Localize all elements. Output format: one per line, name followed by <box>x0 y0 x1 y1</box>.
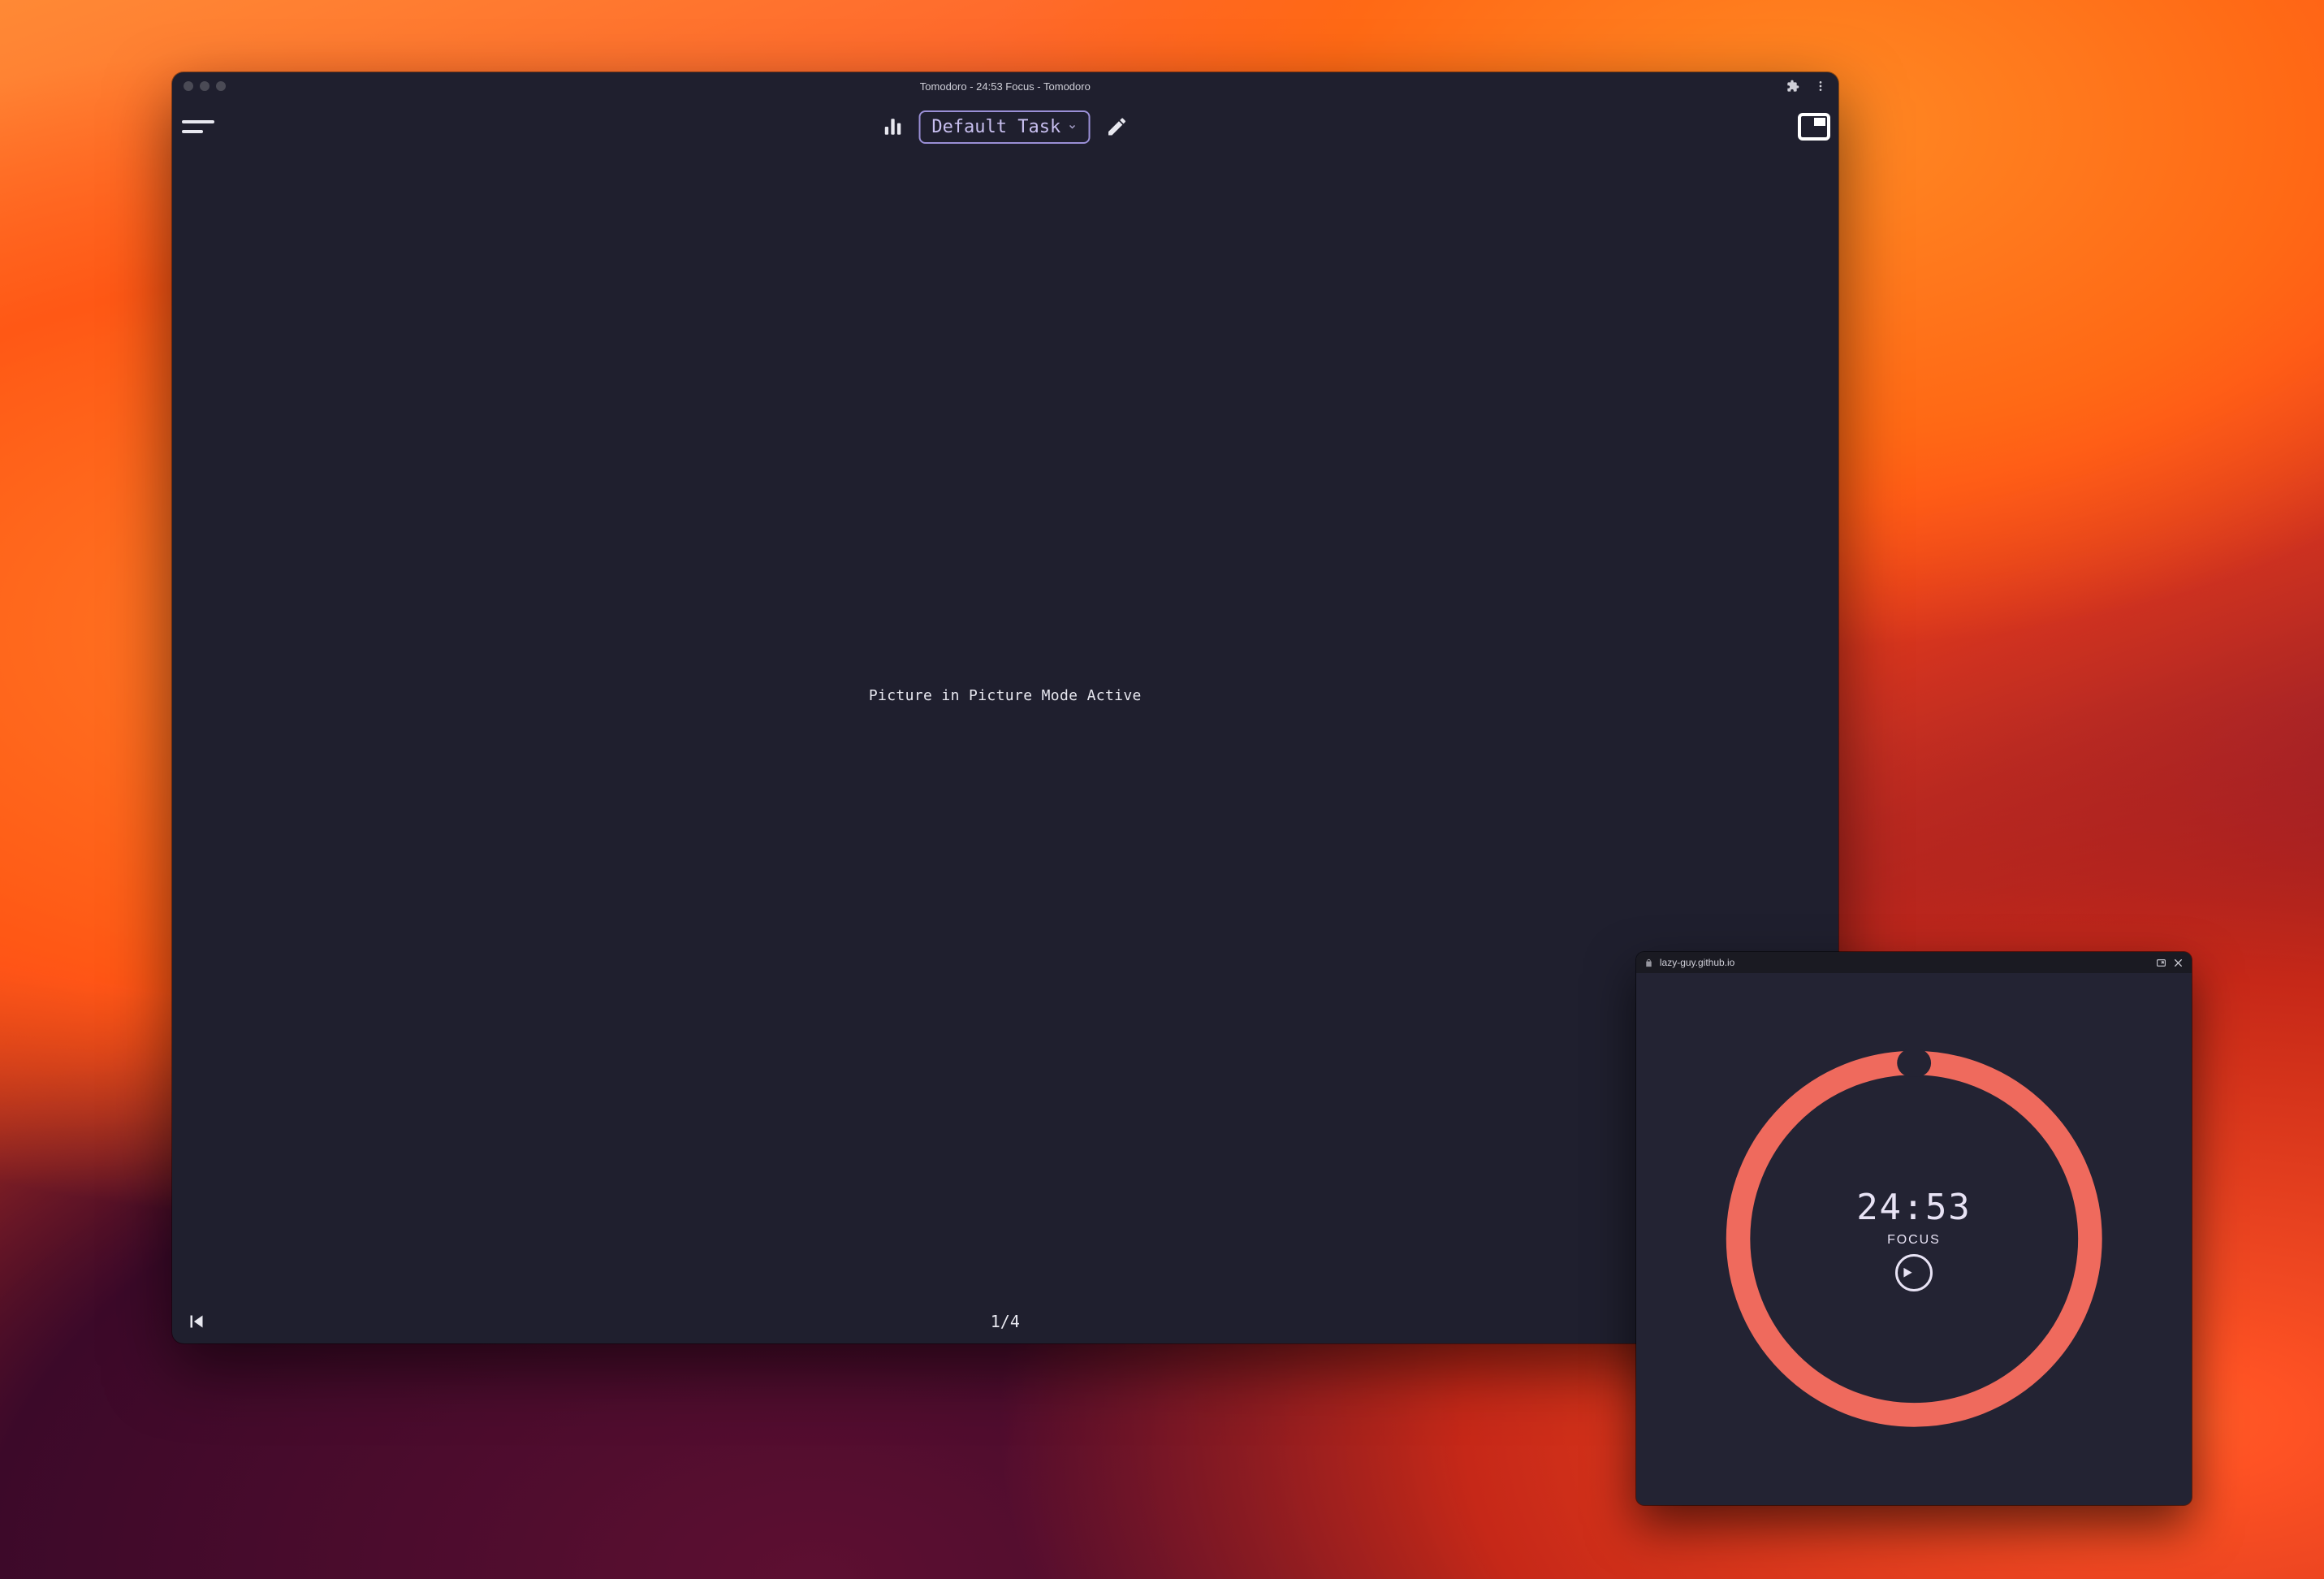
toolbar-center: Default Task <box>879 110 1130 144</box>
app-body: Picture in Picture Mode Active <box>172 154 1838 1300</box>
pip-active-message: Picture in Picture Mode Active <box>869 687 1142 704</box>
back-to-tab-icon[interactable] <box>2156 958 2166 968</box>
pip-titlebar: lazy-guy.github.io <box>1636 952 2192 973</box>
pip-icon <box>1798 113 1830 141</box>
app-window: Tomodoro - 24:53 Focus - Tomodoro <box>172 72 1838 1343</box>
timer-ring-inner: 24:53 FOCUS <box>1714 1039 2114 1438</box>
pip-window: lazy-guy.github.io 24:53 FOCUS <box>1636 952 2192 1504</box>
bar-chart-icon <box>882 116 903 137</box>
timer-readout: 24:53 <box>1856 1187 1971 1228</box>
pip-content: 24:53 FOCUS <box>1636 973 2192 1504</box>
pencil-icon <box>1105 115 1128 138</box>
play-icon <box>1898 1265 1930 1280</box>
pip-host-label: lazy-guy.github.io <box>1660 957 1735 968</box>
timer-mode-label: FOCUS <box>1887 1233 1941 1248</box>
window-titlebar: Tomodoro - 24:53 Focus - Tomodoro <box>172 72 1838 100</box>
previous-button[interactable] <box>180 1305 213 1338</box>
session-pager: 1/4 <box>991 1312 1020 1331</box>
chevron-down-icon <box>1067 122 1077 132</box>
timer-ring: 24:53 FOCUS <box>1714 1039 2114 1438</box>
close-icon[interactable] <box>2173 958 2184 968</box>
lock-icon <box>1644 958 1653 967</box>
app-footer: 1/4 <box>172 1300 1838 1343</box>
edit-task-button[interactable] <box>1103 113 1130 141</box>
skip-previous-icon <box>184 1309 209 1334</box>
picture-in-picture-button[interactable] <box>1796 109 1832 145</box>
window-title: Tomodoro - 24:53 Focus - Tomodoro <box>172 80 1838 93</box>
app-toolbar: Default Task <box>172 100 1838 154</box>
play-button[interactable] <box>1895 1254 1933 1291</box>
task-selector[interactable]: Default Task <box>918 110 1090 144</box>
task-selector-label: Default Task <box>931 117 1060 137</box>
menu-button[interactable] <box>179 107 218 146</box>
stats-button[interactable] <box>879 114 905 140</box>
